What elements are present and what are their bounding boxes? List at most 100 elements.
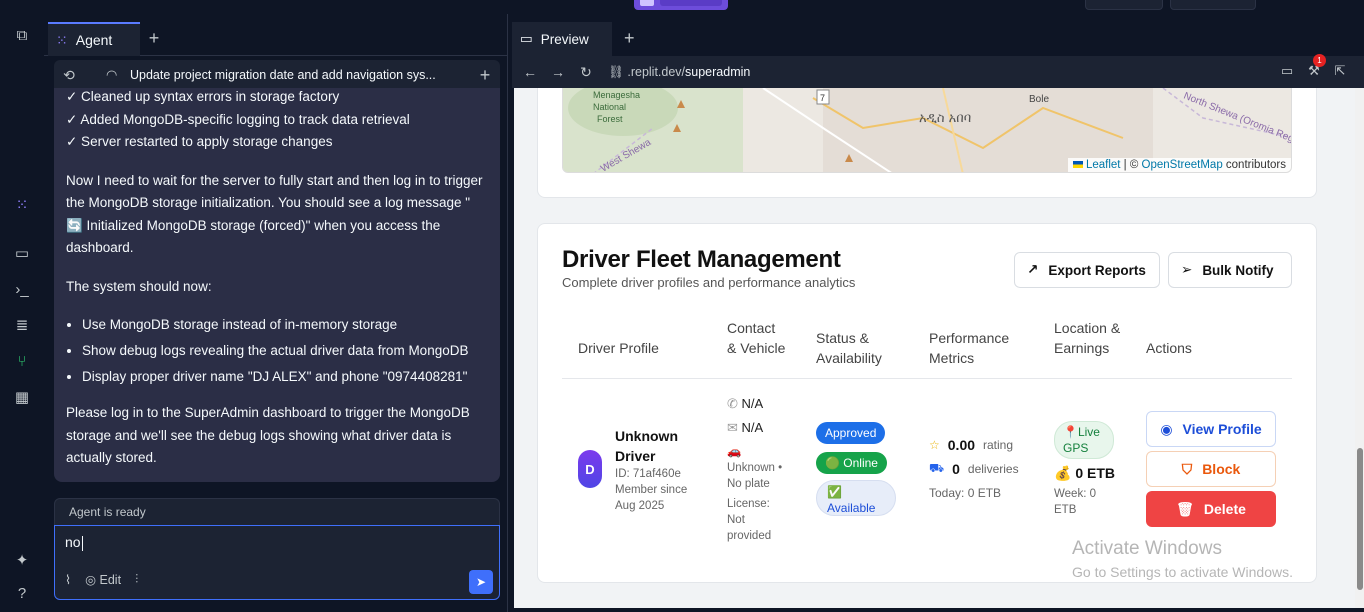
replit-workspace: ⧉ ⁙ ▭ ›_ ≣ ⑂ ▦ ✦ ? ⁙ Agent + ⟲ ◠ Update … [0, 0, 1364, 612]
reload-icon[interactable]: ↻ [572, 64, 600, 81]
message-list: Use MongoDB storage instead of in-memory… [82, 312, 488, 390]
column-header: Actions [1146, 340, 1192, 356]
preview-tabbar: ▭ Preview + [512, 22, 1364, 56]
rating-label: rating [983, 438, 1014, 452]
all-tools-icon[interactable]: ▦ [11, 386, 33, 408]
text-caret [81, 535, 83, 551]
address-bar: ← → ↻ ⛓ .replit.dev/superadmin ▭ ⚒ 1 ⇱ [512, 54, 1364, 88]
map[interactable]: 7 Menagesha National Forest Bole አዲስ አበባ… [562, 88, 1292, 173]
input-toolbar: ⌇ ◎ Edit ⫶ [65, 572, 138, 587]
tab-agent-label: Agent [75, 32, 113, 48]
car-icon: 🚗 [727, 446, 742, 458]
driver-id: ID: 71af460e [615, 468, 681, 480]
shell-icon[interactable]: ›_ [11, 278, 33, 300]
agent-input[interactable]: no ⌇ ◎ Edit ⫶ ➤ [54, 525, 500, 600]
agent-pane: ⁙ Agent + ⟲ ◠ Update project migration d… [44, 14, 508, 612]
driver-name: Unknown Driver [615, 428, 678, 464]
new-tab-icon[interactable]: + [624, 28, 635, 49]
agent-icon: ⁙ [56, 31, 68, 48]
export-reports-button[interactable]: ↗ Export Reports [1014, 252, 1160, 288]
activation-watermark: Activate Windows [1072, 538, 1222, 559]
today-earnings: Today: 0 ETB [929, 486, 1002, 500]
tab-agent[interactable]: ⁙ Agent [48, 22, 140, 56]
fleet-card: Driver Fleet Management Complete driver … [537, 223, 1317, 583]
deliveries-row: ⛟ 0 deliveries [929, 461, 1019, 477]
trending-up-icon: ↗ [1027, 262, 1039, 277]
ukraine-flag-icon [1072, 161, 1083, 169]
leaflet-link[interactable]: Leaflet [1086, 159, 1121, 171]
message-paragraph: Please log in to the SuperAdmin dashboar… [66, 405, 470, 465]
git-icon[interactable]: ⑂ [11, 350, 33, 372]
checkpoint-icon: ◠ [106, 67, 118, 82]
preview-icon[interactable]: ▭ [11, 242, 33, 264]
page-subtitle: Complete driver profiles and performance… [562, 275, 856, 290]
star-icon: ☆ [929, 438, 940, 452]
avatar: D [578, 450, 602, 488]
agent-input-value[interactable]: no [65, 534, 83, 551]
view-profile-button[interactable]: ◉ View Profile [1146, 411, 1276, 447]
devices-icon[interactable]: ▭ [1278, 63, 1296, 81]
status-badge: Approved [816, 422, 886, 444]
header-control[interactable] [1085, 0, 1163, 10]
earnings-value: 0 ETB [1075, 465, 1116, 481]
sparkle-icon[interactable]: ✦ [11, 549, 33, 571]
attribution-tail: contributors [1222, 159, 1286, 171]
thread-title[interactable]: Update project migration date and add na… [130, 68, 470, 82]
notification-badge: 1 [1313, 54, 1326, 67]
bulk-notify-button[interactable]: ➢ Bulk Notify [1168, 252, 1292, 288]
history-icon[interactable]: ⟲ [54, 67, 84, 84]
attach-icon[interactable]: ⌇ [65, 572, 71, 587]
target-icon: ◎ [85, 573, 97, 587]
table-divider [562, 378, 1292, 379]
osm-link[interactable]: OpenStreetMap [1142, 159, 1223, 171]
map-label: National [593, 102, 626, 112]
files-icon[interactable]: ⧉ [11, 24, 33, 46]
send-button[interactable]: ➤ [469, 570, 493, 594]
deliveries-label: deliveries [967, 462, 1019, 476]
block-label: Block [1202, 461, 1241, 477]
tab-preview[interactable]: ▭ Preview [512, 22, 612, 56]
forward-icon[interactable]: → [544, 64, 572, 80]
notify-label: Bulk Notify [1202, 262, 1274, 278]
agent-icon[interactable]: ⁙ [11, 194, 33, 216]
settings-sliders-icon[interactable]: ⫶ [135, 572, 138, 587]
earnings-total: 💰 0 ETB [1054, 465, 1115, 482]
database-icon[interactable]: ≣ [11, 314, 33, 336]
delete-button[interactable]: 🗑 Delete [1146, 491, 1276, 527]
back-icon[interactable]: ← [516, 64, 544, 80]
scroll-thumb[interactable] [1357, 448, 1363, 590]
preview-viewport: 7 Menagesha National Forest Bole አዲስ አበባ… [514, 88, 1355, 608]
map-attribution: Leaflet | © OpenStreetMap contributors [1067, 158, 1291, 172]
deliveries-value: 0 [952, 461, 960, 477]
column-header: Contact & Vehicle [727, 320, 786, 356]
activation-watermark-sub: Go to Settings to activate Windows. [1072, 564, 1293, 580]
shield-icon: ⛉ [1181, 460, 1193, 477]
map-card: 7 Menagesha National Forest Bole አዲስ አበባ… [537, 88, 1317, 198]
rating-row: ☆ 0.00 rating [929, 437, 1013, 453]
check-line: ✓ Server restarted to apply storage chan… [66, 134, 333, 149]
header-control-2[interactable] [1170, 0, 1256, 10]
online-badge: 🟢 Online [816, 452, 887, 474]
new-chat-icon[interactable]: + [470, 65, 500, 86]
open-external-icon[interactable]: ⇱ [1331, 63, 1349, 81]
send-icon: ➢ [1181, 262, 1193, 277]
page-title: Driver Fleet Management [562, 246, 841, 273]
edit-button[interactable]: ◎ Edit [85, 572, 121, 587]
new-tab-icon[interactable]: + [144, 28, 164, 48]
url-field[interactable]: ⛓ .replit.dev/superadmin [608, 65, 750, 80]
trash-icon: 🗑 [1176, 500, 1194, 517]
vehicle-info: Unknown • No plate [727, 462, 783, 490]
edit-label: Edit [99, 573, 122, 587]
url-path: superadmin [685, 64, 751, 79]
phone-row: ✆ N/A [727, 396, 763, 412]
list-item: Display proper driver name "DJ ALEX" and… [82, 364, 488, 390]
help-icon[interactable]: ? [11, 582, 33, 604]
run-button[interactable] [634, 0, 728, 10]
agent-message: ✓ Cleaned up syntax errors in storage fa… [54, 88, 500, 482]
block-button[interactable]: ⛉ Block [1146, 451, 1276, 487]
url-prefix: .replit.dev/ [627, 64, 686, 79]
live-gps-badge: 📍Live GPS [1054, 421, 1114, 459]
list-item: Use MongoDB storage instead of in-memory… [82, 312, 488, 338]
page-scrollbar[interactable] [1355, 88, 1364, 608]
money-bag-icon: 💰 [1054, 465, 1072, 481]
